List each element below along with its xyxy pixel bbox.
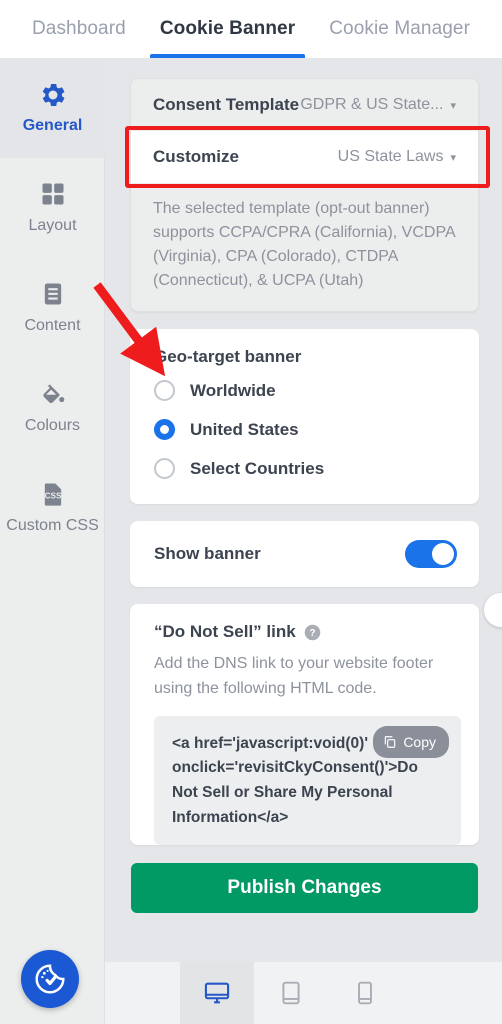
tab-cookie-banner[interactable]: Cookie Banner [143, 0, 312, 58]
mobile-icon [358, 981, 372, 1005]
do-not-sell-card: “Do Not Sell” link ? Add the DNS link to… [130, 604, 479, 845]
sidebar-item-layout[interactable]: Layout [0, 158, 105, 258]
device-tablet-button[interactable] [254, 962, 328, 1024]
cookie-consent-widget-badge[interactable] [21, 950, 79, 1008]
tab-cookie-manager-label: Cookie Manager [329, 18, 471, 39]
svg-text:?: ? [309, 628, 315, 639]
geo-option-worldwide-label: Worldwide [190, 380, 276, 400]
geo-option-select-countries[interactable]: Select Countries [130, 449, 479, 488]
panel-collapse-handle[interactable] [484, 593, 502, 627]
tab-cookie-manager[interactable]: Cookie Manager [312, 0, 487, 58]
cookie-check-icon [35, 964, 65, 994]
show-banner-toggle[interactable] [405, 540, 457, 568]
chevron-down-icon: ▾ [450, 99, 456, 112]
publish-changes-button[interactable]: Publish Changes [131, 862, 478, 913]
geo-option-united-states-label: United States [190, 419, 299, 439]
radio-select-countries[interactable] [154, 458, 175, 479]
device-mobile-button[interactable] [328, 962, 402, 1024]
consent-template-row[interactable]: Consent Template GDPR & US State... ▾ [131, 79, 478, 131]
consent-template-dropdown[interactable]: GDPR & US State... ▾ [300, 96, 456, 114]
do-not-sell-title: “Do Not Sell” link [154, 622, 296, 641]
do-not-sell-description: Add the DNS link to your website footer … [154, 655, 434, 697]
device-preview-bar [105, 962, 502, 1024]
top-navigation: Dashboard Cookie Banner Cookie Manager [0, 0, 502, 58]
customize-value: US State Laws [337, 148, 444, 165]
sidebar-item-colours[interactable]: Colours [0, 358, 105, 458]
svg-text:CSS: CSS [44, 492, 61, 501]
customize-row[interactable]: Customize US State Laws ▾ [131, 131, 478, 183]
toggle-knob [432, 543, 454, 565]
customize-label: Customize [153, 147, 239, 166]
sidebar-item-custom-css[interactable]: CSS Custom CSS [0, 458, 105, 558]
sidebar-item-content[interactable]: Content [0, 258, 105, 358]
help-circle-icon[interactable]: ? [304, 624, 321, 641]
show-banner-row: Show banner [130, 521, 479, 587]
copy-button-label: Copy [403, 733, 436, 750]
sidebar-item-layout-label: Layout [28, 217, 77, 235]
dns-code-block[interactable]: <a href='javascript:void(0)' onclick='re… [154, 715, 461, 845]
paint-bucket-icon [39, 380, 67, 410]
show-banner-label: Show banner [154, 544, 261, 563]
customize-dropdown[interactable]: US State Laws ▾ [338, 148, 456, 166]
consent-template-label: Consent Template [153, 95, 300, 114]
geo-option-united-states[interactable]: United States [130, 410, 479, 449]
geo-target-card: Geo-target banner Worldwide United State… [130, 329, 479, 504]
do-not-sell-title-row: “Do Not Sell” link ? [130, 604, 479, 644]
desktop-icon [204, 982, 230, 1004]
show-banner-card: Show banner [130, 521, 479, 587]
sidebar-item-content-label: Content [24, 317, 81, 335]
sidebar-item-custom-css-label: Custom CSS [6, 517, 99, 535]
gear-icon [38, 80, 68, 110]
consent-template-card: Consent Template GDPR & US State... ▾ Cu… [125, 78, 490, 312]
tab-cookie-banner-label: Cookie Banner [159, 18, 296, 39]
sidebar: General Layout Content Colours CSS Custo… [0, 58, 105, 1024]
geo-option-worldwide[interactable]: Worldwide [130, 371, 479, 410]
main-panel: Consent Template GDPR & US State... ▾ Cu… [105, 58, 502, 1024]
geo-option-select-countries-label: Select Countries [190, 458, 325, 478]
grid-icon [39, 180, 67, 210]
geo-target-title: Geo-target banner [154, 347, 302, 366]
radio-united-states[interactable] [154, 419, 175, 440]
sidebar-item-general-label: General [22, 117, 83, 135]
app-root: Dashboard Cookie Banner Cookie Manager G… [0, 0, 502, 1024]
sidebar-item-colours-label: Colours [24, 417, 81, 435]
device-desktop-button[interactable] [180, 962, 254, 1024]
copy-icon [385, 735, 396, 748]
sidebar-item-general[interactable]: General [0, 58, 105, 158]
tab-dashboard[interactable]: Dashboard [15, 0, 143, 58]
consent-template-value: GDPR & US State... [300, 96, 444, 113]
tablet-icon [282, 981, 300, 1005]
document-icon [39, 280, 67, 310]
customize-highlight: Customize US State Laws ▾ [125, 126, 490, 188]
chevron-down-icon: ▾ [450, 151, 456, 164]
template-description: The selected template (opt-out banner) s… [153, 200, 455, 289]
radio-worldwide[interactable] [154, 380, 175, 401]
tab-dashboard-label: Dashboard [31, 18, 126, 39]
css-file-icon: CSS [39, 480, 67, 510]
copy-button[interactable]: Copy [373, 725, 449, 758]
